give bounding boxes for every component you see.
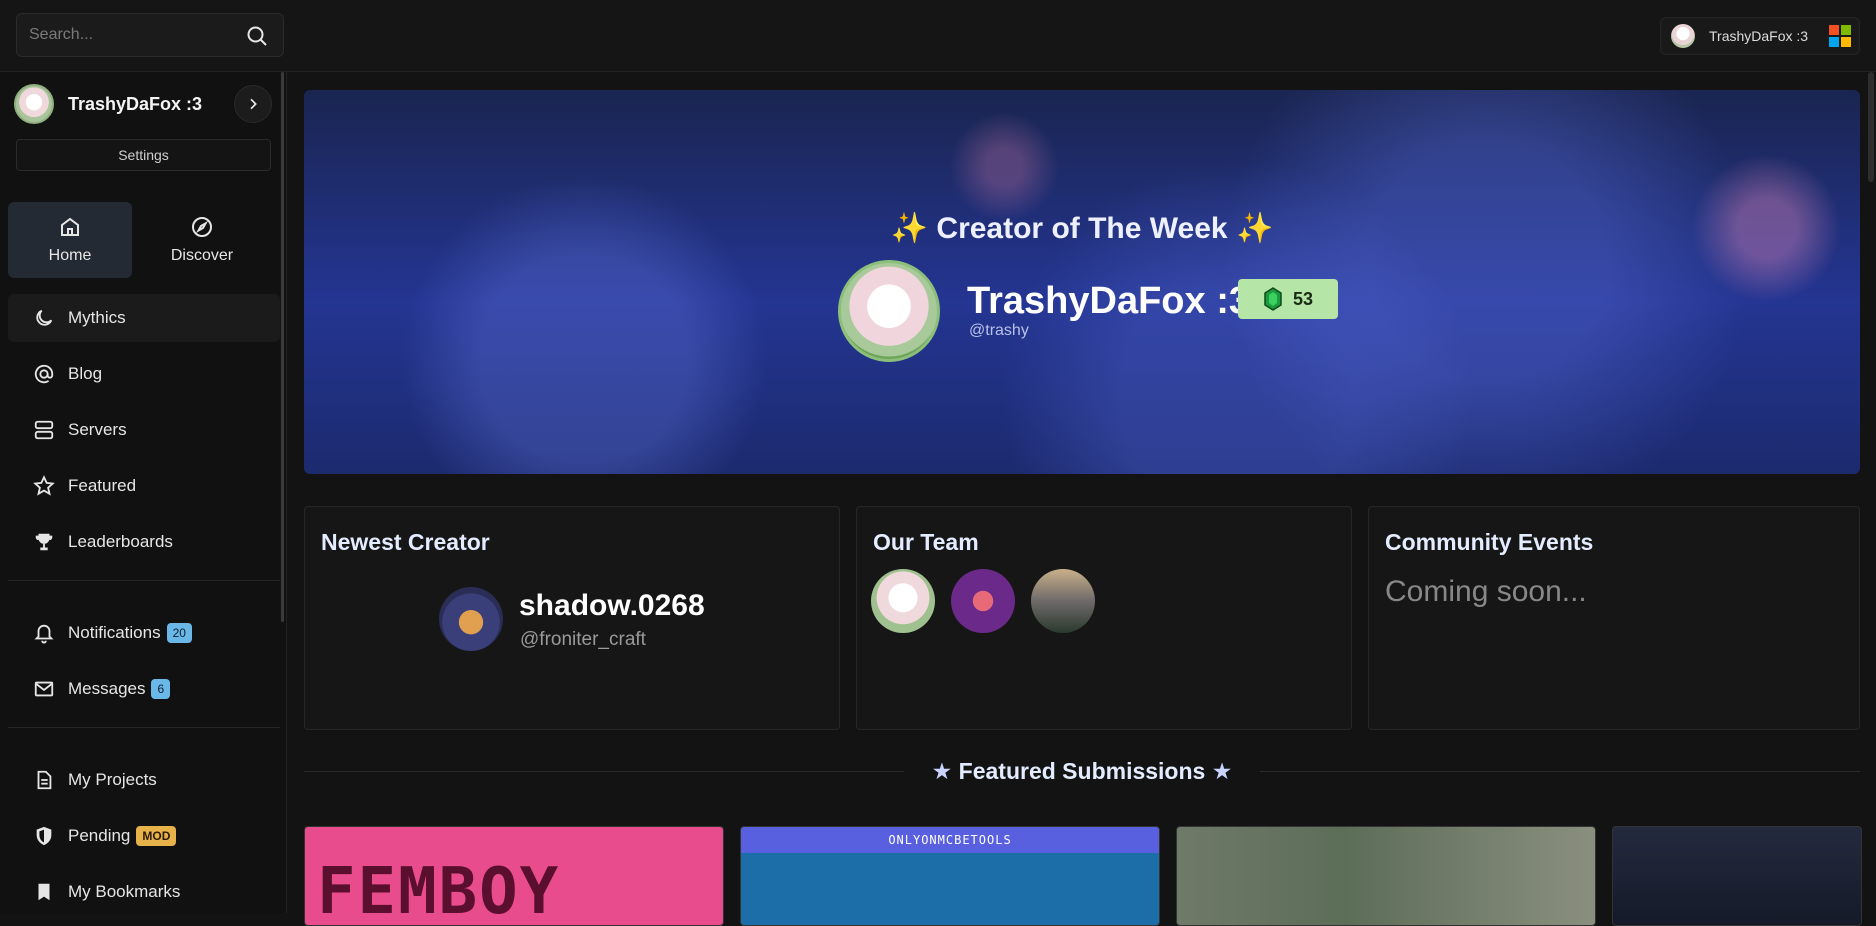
community-events-card: Community Events Coming soon...: [1368, 506, 1860, 730]
submission-thumbnail[interactable]: [1176, 826, 1596, 926]
sidebar-item-label: Servers: [68, 420, 127, 439]
gem-count: 53: [1292, 288, 1314, 309]
sidebar-item-my-projects[interactable]: My Projects: [8, 756, 280, 804]
team-member-avatar[interactable]: [951, 569, 1015, 633]
compass-icon: [192, 217, 212, 237]
star-icon: ★: [931, 758, 953, 784]
sidebar-item-label: Leaderboards: [68, 532, 173, 551]
sidebar-item-mythics[interactable]: Mythics: [8, 294, 280, 342]
team-member-avatar[interactable]: [1031, 569, 1095, 633]
sidebar: TrashyDaFox :3 Settings Home Discover My…: [0, 72, 287, 913]
avatar[interactable]: [838, 260, 940, 362]
featured-submissions-header: ★ Featured Submissions ★: [304, 752, 1860, 792]
divider: [8, 727, 280, 728]
sidebar-item-label: My Projects: [68, 770, 157, 789]
card-heading: Newest Creator: [321, 529, 490, 555]
sparkles-icon: ✨: [890, 212, 929, 245]
team-members: [871, 569, 1095, 633]
sidebar-item-label: Mythics: [68, 308, 126, 327]
tab-discover[interactable]: Discover: [140, 202, 264, 278]
submission-thumbnail[interactable]: [1612, 826, 1862, 926]
thumbnail-logo-text: FEMBOY: [317, 855, 561, 926]
nav-list: Mythics Blog Servers Featured Leaderboar…: [8, 294, 280, 924]
sidebar-item-my-bookmarks[interactable]: My Bookmarks: [8, 868, 280, 916]
sidebar-item-notifications[interactable]: Notifications 20: [8, 609, 280, 657]
chevron-right-icon: [250, 98, 257, 110]
bell-icon: [32, 621, 56, 645]
moon-icon: [32, 306, 56, 330]
sidebar-item-label: My Bookmarks: [68, 882, 181, 901]
notification-count-badge: 20: [166, 623, 192, 643]
card-heading: Our Team: [873, 529, 979, 555]
message-count-badge: 6: [151, 679, 171, 699]
emerald-icon: [1264, 287, 1282, 311]
team-member-avatar[interactable]: [871, 569, 935, 633]
nav-tiles: Home Discover: [8, 202, 280, 278]
divider: [8, 580, 280, 581]
profile-name: TrashyDaFox :3: [68, 93, 203, 114]
microsoft-logo-icon: [1829, 25, 1851, 47]
expand-button[interactable]: [234, 85, 272, 123]
sidebar-item-servers[interactable]: Servers: [8, 406, 280, 454]
submission-thumbnail[interactable]: ONLYONMCBETOOLS: [740, 826, 1160, 926]
creator-of-week-banner[interactable]: ✨ Creator of The Week ✨ TrashyDaFox :3 @…: [304, 90, 1860, 474]
hero-title-text: Creator of The Week: [936, 212, 1228, 245]
creator-name[interactable]: TrashyDaFox :3: [967, 280, 1250, 323]
settings-button[interactable]: Settings: [16, 139, 271, 171]
star-icon: [32, 474, 56, 498]
star-icon: ★: [1211, 758, 1233, 784]
gem-count-badge: 53: [1238, 279, 1338, 319]
search-icon[interactable]: [245, 24, 269, 48]
sidebar-item-pending[interactable]: Pending MOD: [8, 812, 280, 860]
sidebar-item-label: Pending: [68, 826, 131, 845]
server-icon: [32, 418, 56, 442]
home-icon: [61, 217, 79, 236]
submission-thumbnail[interactable]: FEMBOY: [304, 826, 724, 926]
sidebar-scrollbar[interactable]: [281, 72, 284, 622]
sidebar-item-label: Featured: [68, 476, 137, 495]
creator-handle: @trashy: [969, 322, 1029, 339]
avatar[interactable]: [439, 587, 503, 651]
our-team-card: Our Team: [856, 506, 1352, 730]
avatar: [14, 84, 54, 124]
search-input[interactable]: [29, 14, 239, 56]
section-title-text: Featured Submissions: [958, 758, 1206, 784]
main-content: ✨ Creator of The Week ✨ TrashyDaFox :3 @…: [290, 72, 1876, 926]
search-box[interactable]: [16, 13, 284, 57]
main-scrollbar[interactable]: [1868, 72, 1874, 182]
sidebar-item-featured[interactable]: Featured: [8, 462, 280, 510]
sidebar-item-label: Notifications: [68, 623, 161, 642]
sidebar-profile[interactable]: TrashyDaFox :3: [14, 82, 272, 126]
document-icon: [32, 768, 56, 792]
events-status: Coming soon...: [1385, 575, 1587, 608]
bookmark-icon: [32, 880, 56, 904]
newest-creator-name[interactable]: shadow.0268: [519, 589, 705, 623]
tab-home-label: Home: [48, 247, 92, 264]
thumbnail-banner: ONLYONMCBETOOLS: [888, 833, 1012, 847]
mod-badge: MOD: [136, 826, 177, 846]
trophy-icon: [32, 530, 56, 554]
account-button[interactable]: TrashyDaFox :3: [1660, 17, 1860, 55]
tab-discover-label: Discover: [170, 247, 234, 264]
card-heading: Community Events: [1385, 529, 1594, 555]
account-name: TrashyDaFox :3: [1709, 28, 1809, 44]
at-icon: [32, 362, 56, 386]
section-title: ★ Featured Submissions ★: [304, 758, 1860, 785]
sidebar-item-blog[interactable]: Blog: [8, 350, 280, 398]
tab-home[interactable]: Home: [8, 202, 132, 278]
mail-icon: [32, 677, 56, 701]
sidebar-item-leaderboards[interactable]: Leaderboards: [8, 518, 280, 566]
shield-icon: [32, 824, 56, 848]
hero-title: ✨ Creator of The Week ✨: [304, 211, 1860, 246]
sparkles-icon: ✨: [1235, 212, 1274, 245]
newest-creator-handle: @froniter_craft: [520, 629, 646, 650]
avatar: [1671, 24, 1695, 48]
top-bar: TrashyDaFox :3: [0, 0, 1876, 72]
sidebar-item-label: Messages: [68, 679, 146, 698]
newest-creator-card: Newest Creator shadow.0268 @froniter_cra…: [304, 506, 840, 730]
sidebar-item-messages[interactable]: Messages 6: [8, 665, 280, 713]
sidebar-item-label: Blog: [68, 364, 103, 383]
